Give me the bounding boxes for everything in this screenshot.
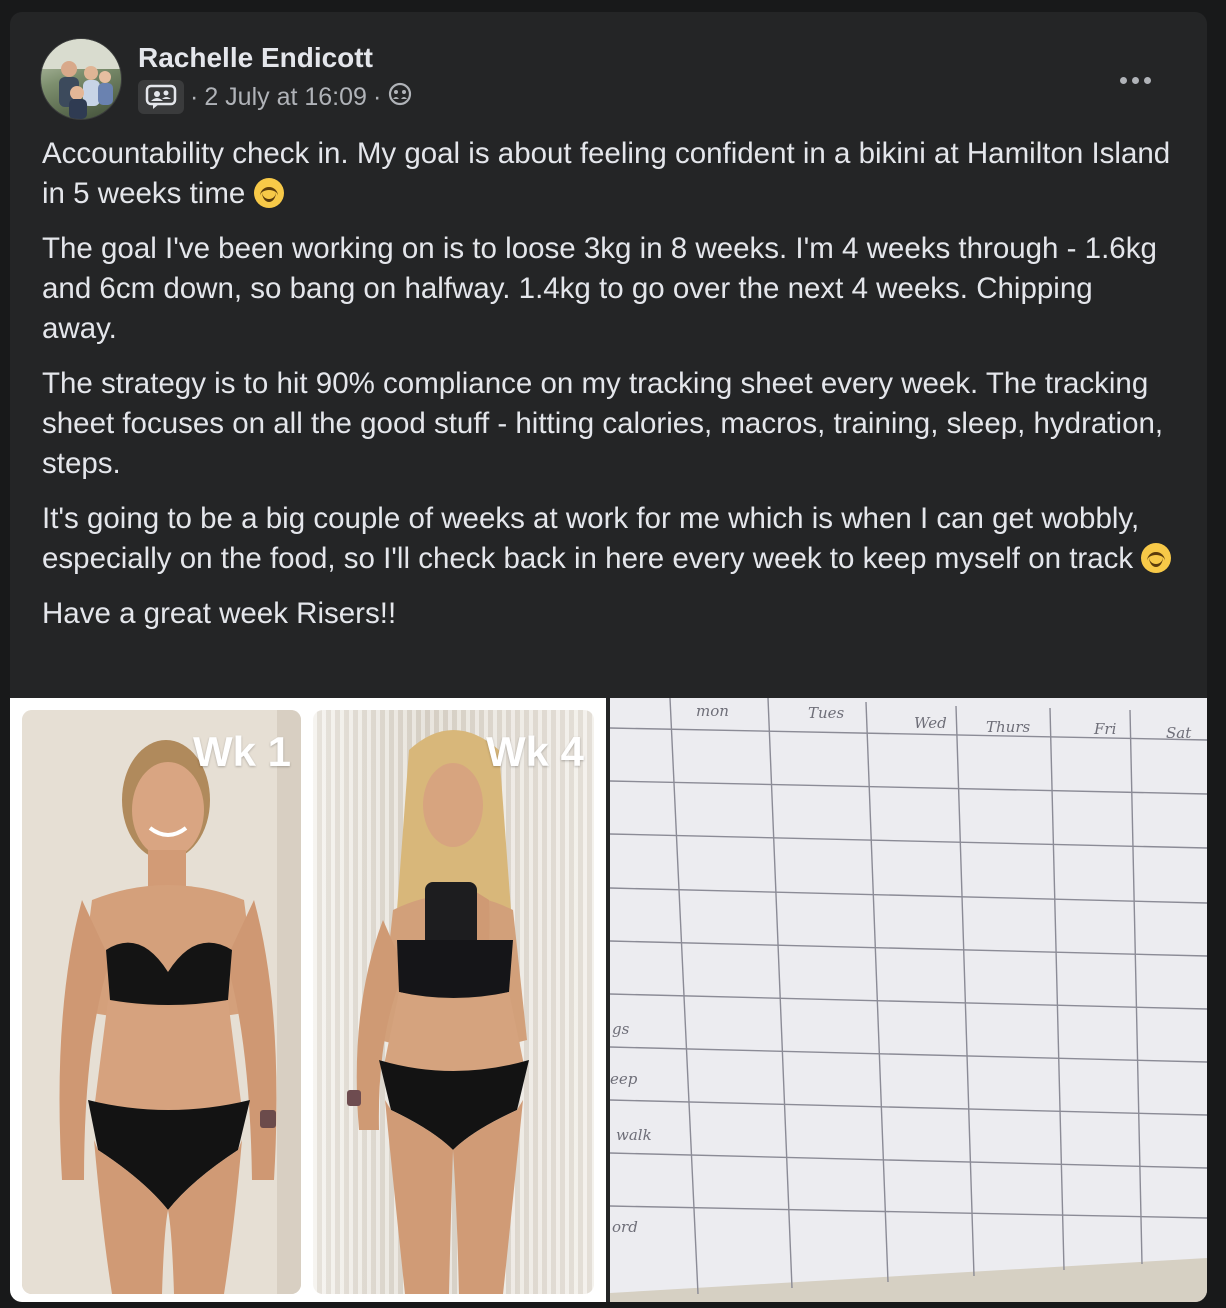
week-4-label: Wk 4 <box>485 728 584 775</box>
sheet-day-label: Fri <box>1094 720 1117 738</box>
post-card: Rachelle Endicott · 2 July at 16:09 · Ac… <box>10 12 1207 1302</box>
tracking-sheet-grid <box>610 698 1207 1302</box>
smiling-face-emoji <box>1141 543 1172 573</box>
tracking-sheet-photo[interactable]: mon Tues Wed Thurs Fri Sat gs eep walk o… <box>610 698 1207 1302</box>
week-1-photo: Wk 1 <box>22 710 301 1294</box>
post-timestamp[interactable]: 2 July at 16:09 <box>204 83 367 112</box>
post-body: Accountability check in. My goal is abou… <box>42 134 1172 649</box>
more-options-icon[interactable] <box>1113 68 1157 92</box>
meta-separator: · <box>372 82 382 111</box>
sheet-row-label: walk <box>616 1126 652 1144</box>
post-paragraph: Have a great week Risers!! <box>42 597 397 630</box>
week-1-label: Wk 1 <box>192 728 291 775</box>
sheet-day-label: Tues <box>808 704 845 722</box>
sheet-day-label: mon <box>696 702 729 720</box>
sheet-day-label: Thurs <box>986 718 1031 736</box>
progress-photo-collage[interactable]: Wk 1 Wk 4 <box>10 698 606 1302</box>
post-paragraph: It's going to be a big couple of weeks a… <box>42 499 1172 579</box>
post-paragraph: The strategy is to hit 90% compliance on… <box>42 367 1164 480</box>
sheet-row-label: ord <box>612 1218 638 1236</box>
post-paragraph: The goal I've been working on is to loos… <box>42 232 1157 345</box>
post-photos: Wk 1 Wk 4 mon Tues Wed Thurs Fri Sat gs … <box>10 698 1207 1302</box>
sheet-row-label: gs <box>612 1020 630 1038</box>
sheet-day-label: Wed <box>914 714 947 732</box>
members-audience-icon <box>387 81 413 114</box>
author-avatar[interactable] <box>40 38 122 120</box>
post-header: Rachelle Endicott · 2 July at 16:09 · <box>40 38 1177 120</box>
avatar-image <box>41 39 121 119</box>
post-paragraph: Accountability check in. My goal is abou… <box>42 137 1171 210</box>
post-meta: · 2 July at 16:09 · <box>138 80 413 114</box>
smiling-face-emoji <box>253 178 284 208</box>
group-chat-icon[interactable] <box>138 80 184 114</box>
sheet-day-label: Sat <box>1166 724 1192 742</box>
author-name[interactable]: Rachelle Endicott <box>138 42 373 74</box>
week-4-photo: Wk 4 <box>313 710 594 1294</box>
meta-separator: · <box>190 82 199 111</box>
sheet-row-label: eep <box>610 1070 638 1088</box>
